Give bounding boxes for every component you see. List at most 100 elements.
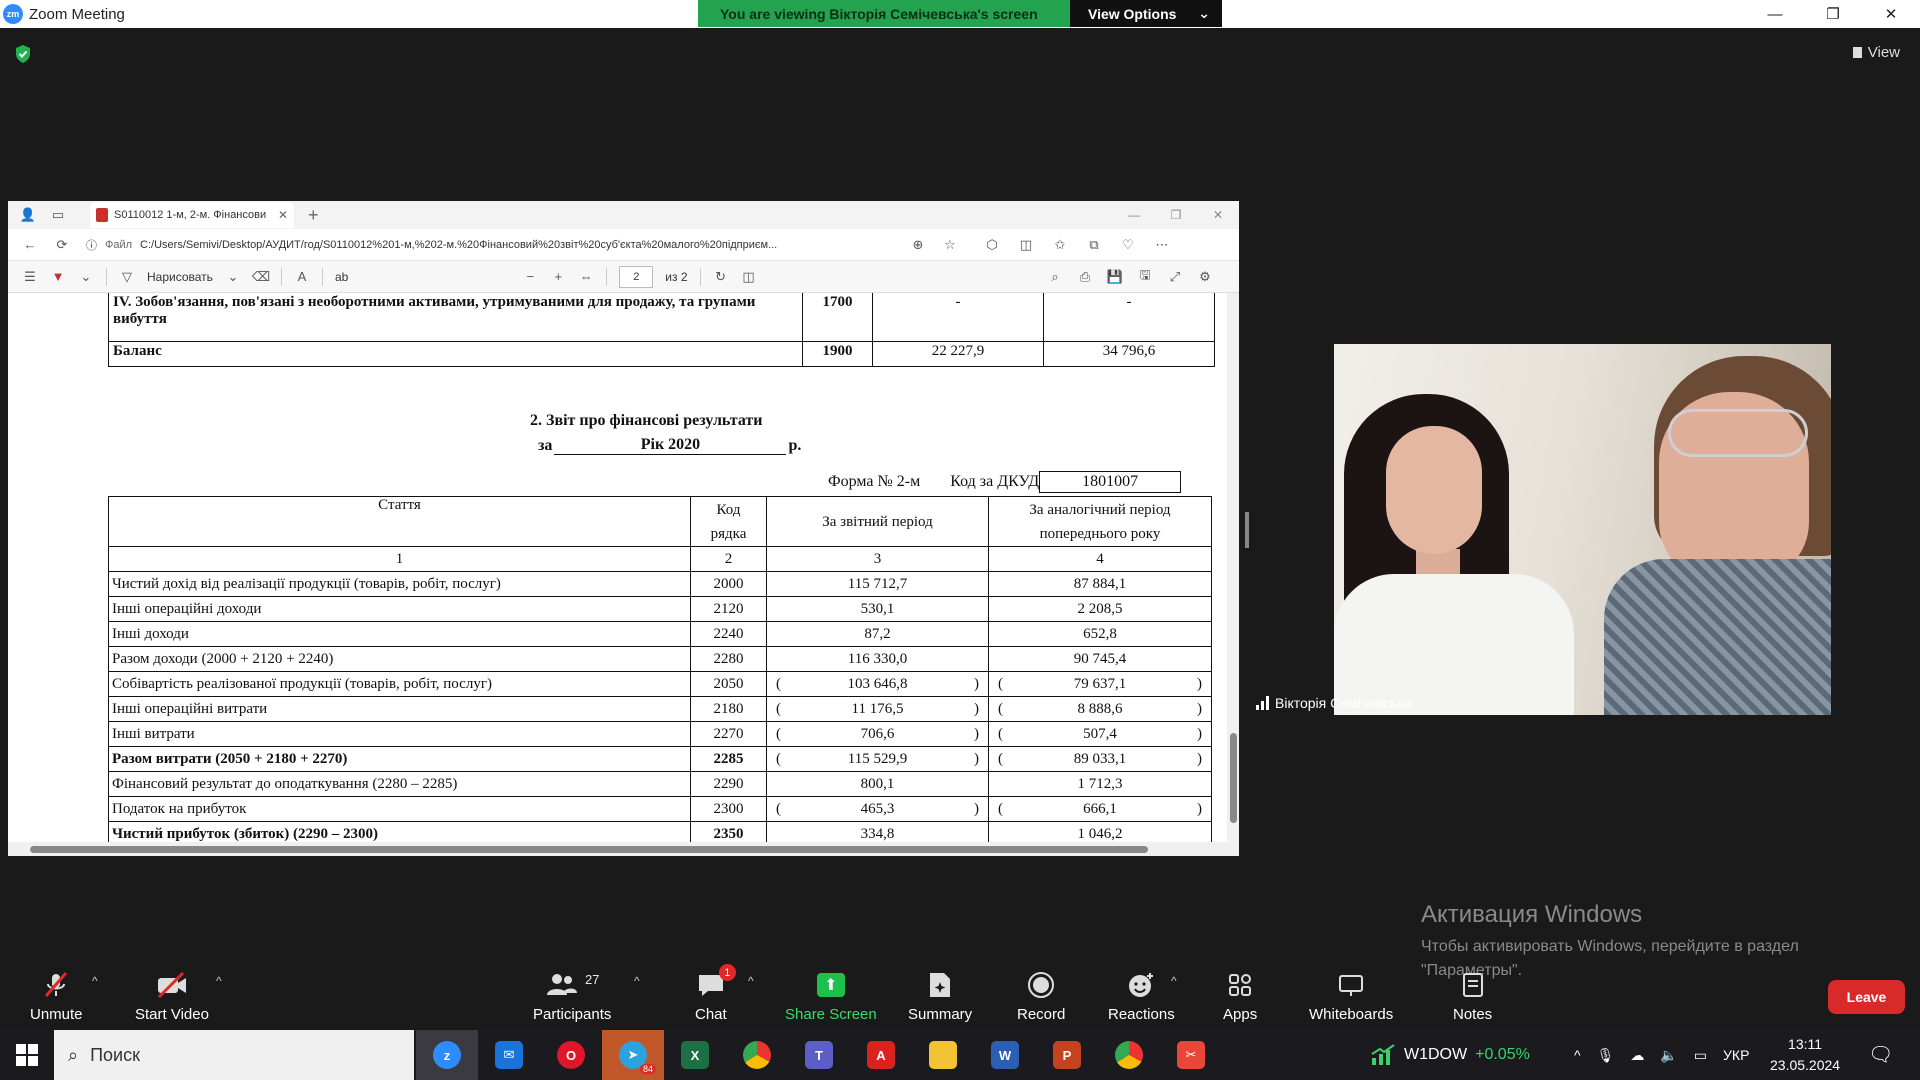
taskbar-snipping[interactable]: ✂ (1160, 1030, 1222, 1080)
zoom-icon[interactable]: ⊕ (910, 237, 926, 253)
taskbar-clock[interactable]: 13:11 23.05.2024 (1770, 1034, 1840, 1076)
info-icon: ⓘ (86, 239, 97, 252)
scrollbar-thumb[interactable] (1230, 733, 1237, 823)
browser-tab[interactable]: S0110012 1-м, 2-м. Фінансови ✕ (90, 202, 294, 228)
taskbar-teams[interactable]: T (788, 1030, 850, 1080)
taskbar-acrobat[interactable]: A (850, 1030, 912, 1080)
print-icon[interactable]: ⎙ (1077, 269, 1093, 285)
rotate-icon[interactable]: ↻ (713, 269, 729, 285)
apps-button[interactable]: Apps (1223, 968, 1257, 1023)
audio-options-caret-icon[interactable]: ^ (92, 974, 98, 988)
participants-button[interactable]: 27 Participants (533, 968, 611, 1024)
browser-restore-icon[interactable]: ❐ (1155, 201, 1197, 229)
taskbar-chrome-profile[interactable] (1098, 1030, 1160, 1080)
summary-button[interactable]: Summary (908, 968, 972, 1023)
taskbar-opera[interactable]: O (540, 1030, 602, 1080)
close-icon[interactable]: ✕ (1862, 0, 1920, 28)
collections-icon[interactable]: ⧉ (1086, 237, 1102, 253)
tab-close-icon[interactable]: ✕ (278, 208, 288, 222)
more-menu-icon[interactable]: ⋯ (1154, 237, 1170, 253)
taskbar-excel[interactable]: X (664, 1030, 726, 1080)
view-options-button[interactable]: View Options ⌄ (1070, 0, 1222, 27)
taskbar-mail[interactable]: ✉ (478, 1030, 540, 1080)
participant-video[interactable] (1334, 344, 1831, 715)
page-view-icon[interactable]: ◫ (741, 269, 757, 285)
column-number: 2 (690, 546, 767, 572)
leave-button[interactable]: Leave (1828, 980, 1905, 1014)
share-screen-label: Share Screen (785, 1006, 877, 1023)
back-icon[interactable]: ← (22, 237, 38, 253)
taskbar-zoom[interactable]: z (416, 1030, 478, 1080)
unmute-button[interactable]: Unmute (30, 968, 83, 1023)
whiteboards-button[interactable]: Whiteboards (1309, 968, 1393, 1023)
language-indicator[interactable]: УКР (1723, 1047, 1749, 1063)
browser-essentials-icon[interactable]: ♡ (1120, 237, 1136, 253)
battery-icon[interactable]: ▭ (1694, 1047, 1707, 1064)
refresh-icon[interactable]: ⟳ (54, 237, 70, 253)
settings-icon[interactable]: ⚙ (1197, 269, 1213, 285)
address-field[interactable]: ⓘ Файл C:/Users/Semivi/Desktop/АУДИТ/год… (86, 232, 894, 258)
zoom-in-icon[interactable]: + (550, 269, 566, 285)
record-button[interactable]: Record (1017, 968, 1065, 1023)
tray-overflow-icon[interactable]: ^ (1574, 1047, 1581, 1063)
view-layout-button[interactable]: View (1852, 44, 1900, 61)
browser-close-icon[interactable]: ✕ (1197, 201, 1239, 229)
chat-button[interactable]: 1 Chat (695, 964, 736, 1023)
taskbar-search[interactable]: ⌕ Поиск (54, 1030, 414, 1080)
split-screen-icon[interactable]: ◫ (1018, 237, 1034, 253)
favorites-icon[interactable]: ✩ (1052, 237, 1068, 253)
eraser-icon[interactable]: ⌫ (252, 269, 270, 285)
browser-minimize-icon[interactable]: — (1113, 201, 1155, 229)
tab-actions-icon[interactable]: ▭ (50, 207, 66, 223)
draw-label[interactable]: Нарисовать (147, 270, 213, 284)
taskbar-telegram[interactable]: ➤ 84 (602, 1030, 664, 1080)
chat-caret-icon[interactable]: ^ (748, 974, 754, 988)
minimize-icon[interactable]: — (1746, 0, 1804, 28)
page-number-input[interactable]: 2 (619, 265, 654, 288)
vertical-scrollbar[interactable] (1227, 293, 1239, 842)
fit-page-icon[interactable]: ⇔ (578, 269, 594, 285)
notifications-icon[interactable]: 🗨 (1868, 1042, 1893, 1067)
shield-icon[interactable] (14, 44, 32, 64)
extensions-icon[interactable]: ⬡ (984, 237, 1000, 253)
row-code: 2180 (690, 696, 767, 722)
reactions-button[interactable]: Reactions (1108, 968, 1175, 1023)
draw-icon[interactable]: ▽ (119, 269, 135, 285)
taskbar-chrome[interactable] (726, 1030, 788, 1080)
text-icon[interactable]: A (294, 269, 310, 285)
start-video-button[interactable]: Start Video (135, 968, 209, 1023)
save-as-icon[interactable]: 🖫 (1137, 267, 1153, 285)
new-tab-icon[interactable]: + (308, 205, 319, 226)
participants-caret-icon[interactable]: ^ (634, 974, 640, 988)
resize-handle[interactable] (1245, 512, 1249, 548)
save-icon[interactable]: 💾 (1107, 269, 1123, 285)
row-name: Чистий прибуток (збиток) (2290 – 2300) (108, 821, 691, 842)
scrollbar-thumb[interactable] (30, 846, 1148, 853)
video-options-caret-icon[interactable]: ^ (216, 974, 222, 988)
taskbar-word[interactable]: W (974, 1030, 1036, 1080)
highlight-dropdown-icon[interactable]: ⌄ (78, 269, 94, 285)
restore-icon[interactable]: ❐ (1804, 0, 1862, 28)
share-screen-button[interactable]: ⬆ Share Screen (785, 968, 877, 1023)
stock-widget[interactable]: W1DOW +0.05% (1370, 1030, 1530, 1080)
acrobat-icon: A (867, 1041, 895, 1069)
favorite-star-icon[interactable]: ☆ (942, 237, 958, 253)
taskbar-powerpoint[interactable]: P (1036, 1030, 1098, 1080)
notes-button[interactable]: Notes (1453, 968, 1492, 1023)
folder-icon (929, 1041, 957, 1069)
volume-icon[interactable]: 🔈 (1660, 1047, 1677, 1064)
contents-icon[interactable]: ☰ (22, 269, 38, 285)
read-aloud-icon[interactable]: аb (335, 270, 348, 284)
taskbar-explorer[interactable] (912, 1030, 974, 1080)
fullscreen-icon[interactable]: ⤢ (1167, 269, 1183, 285)
microphone-icon[interactable]: 🎙 (1597, 1047, 1615, 1064)
network-icon[interactable]: ☁ (1630, 1047, 1644, 1064)
reactions-caret-icon[interactable]: ^ (1171, 974, 1177, 988)
horizontal-scrollbar[interactable] (8, 842, 1239, 856)
start-button[interactable] (0, 1030, 54, 1080)
highlight-icon[interactable]: ▼ (50, 269, 66, 285)
profile-icon[interactable]: 👤 (20, 207, 36, 223)
zoom-out-icon[interactable]: − (522, 269, 538, 285)
draw-dropdown-icon[interactable]: ⌄ (225, 269, 241, 285)
search-icon[interactable]: ⌕ (1047, 269, 1063, 285)
